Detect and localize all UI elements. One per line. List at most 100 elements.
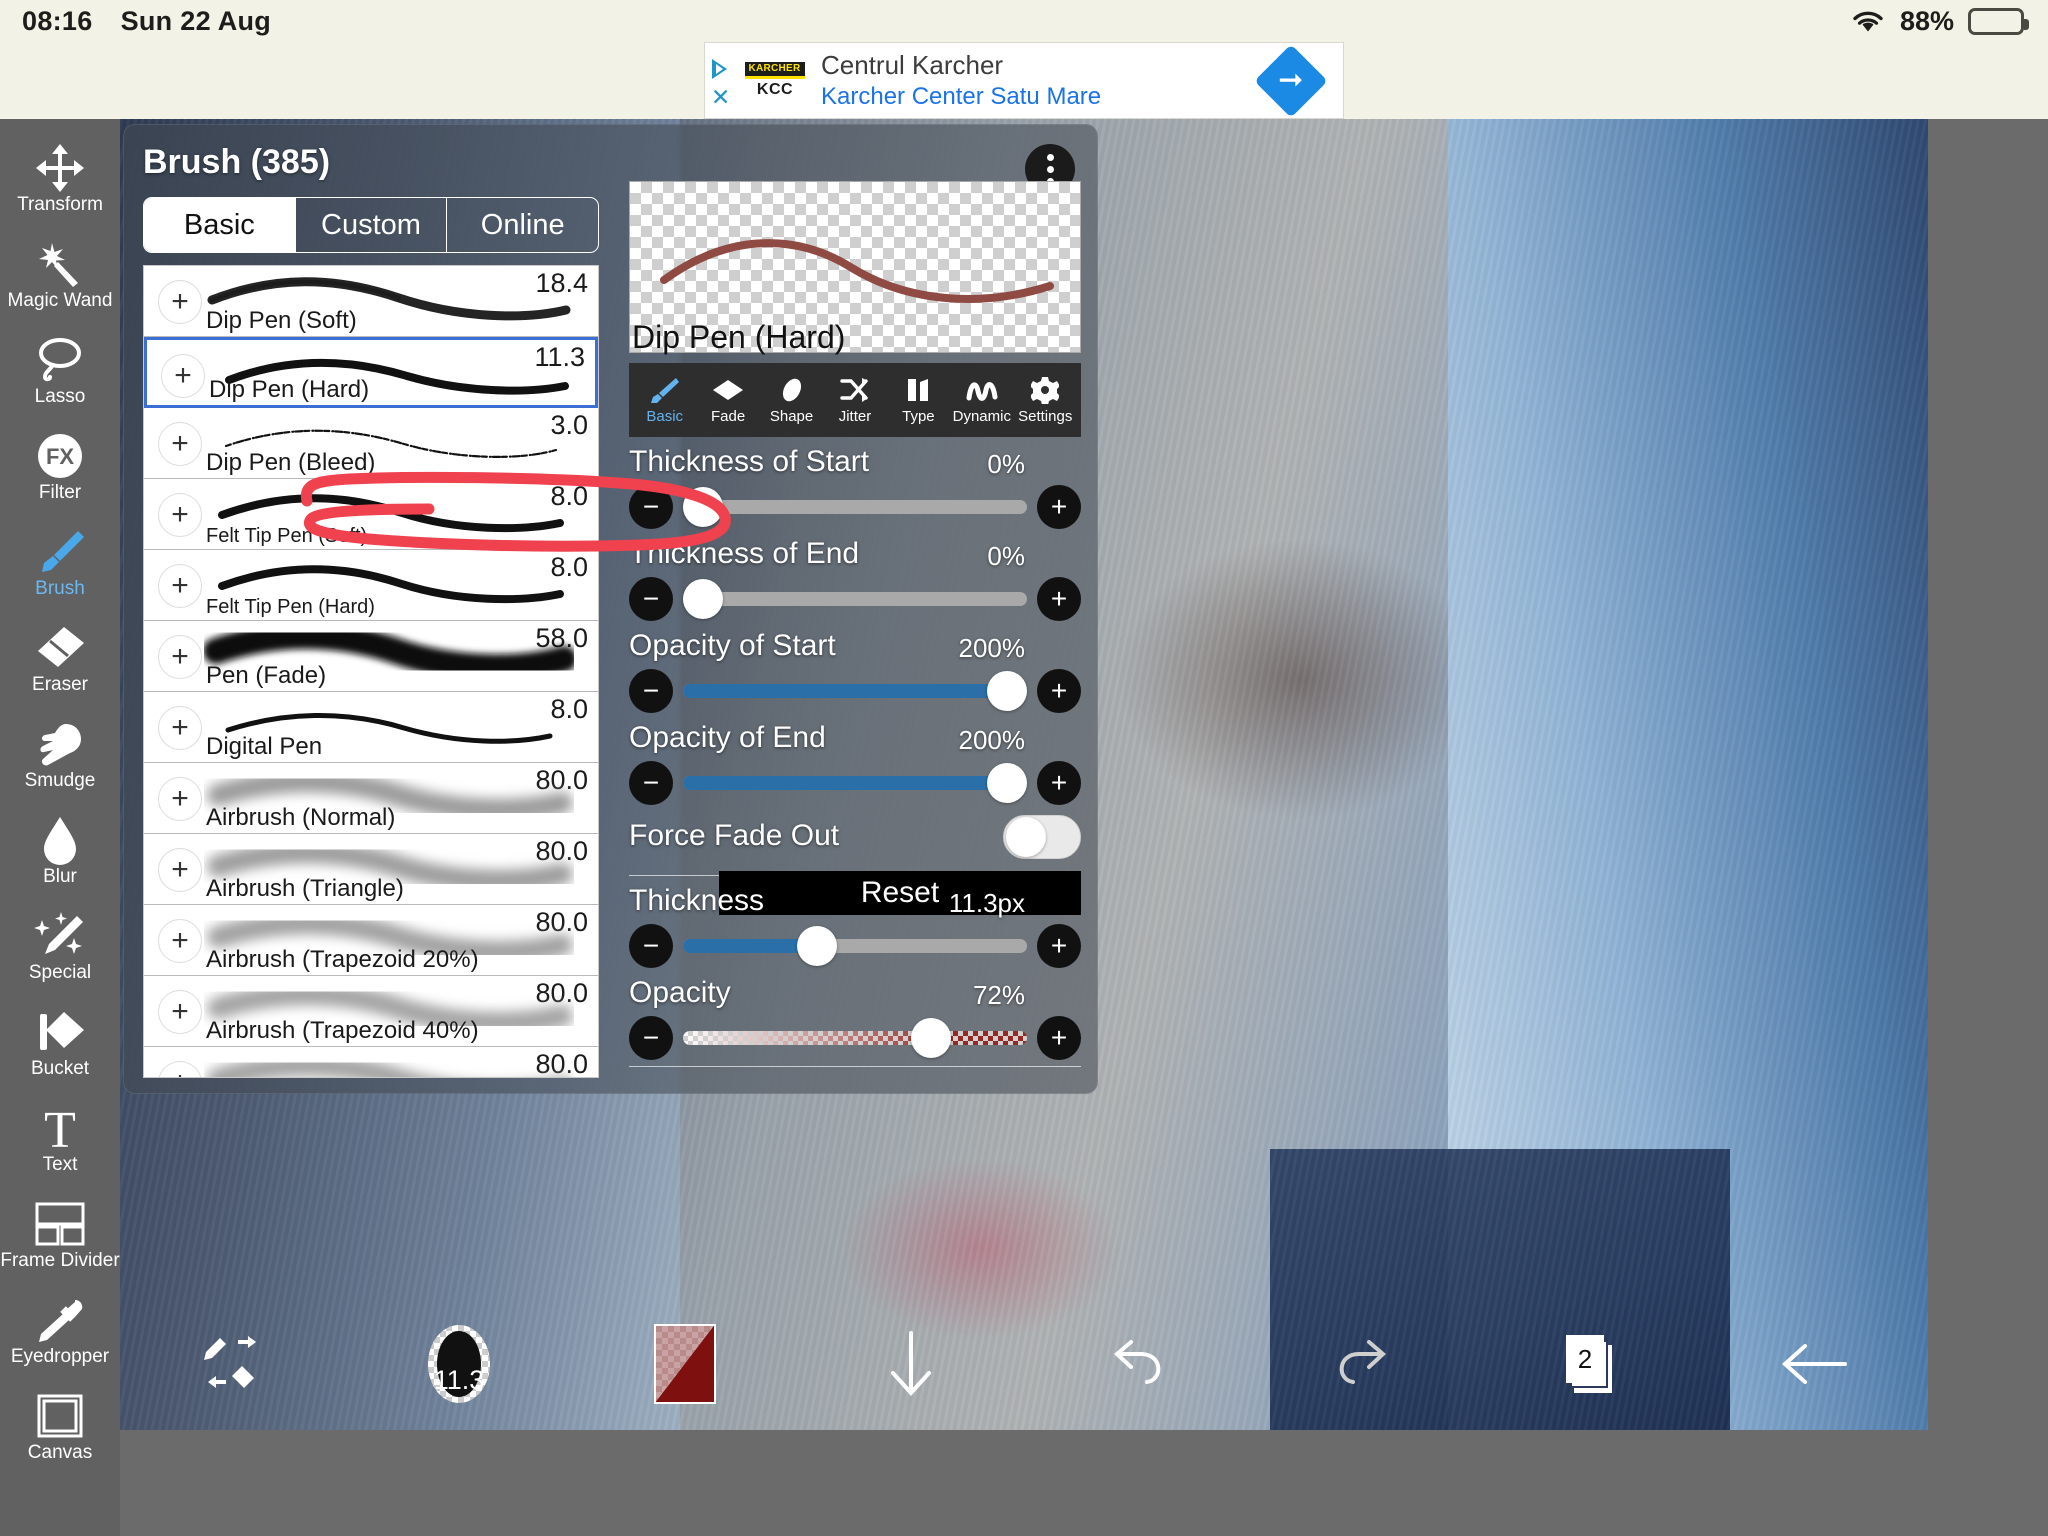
- brush-name: Airbrush (Triangle): [206, 875, 404, 903]
- color-swatch-button[interactable]: [572, 1324, 798, 1404]
- sidebar-item-smudge[interactable]: Smudge: [0, 707, 120, 803]
- tab-custom[interactable]: Custom: [296, 198, 448, 252]
- slider-knob[interactable]: [797, 926, 837, 966]
- svg-text:FX: FX: [46, 444, 74, 469]
- plus-icon[interactable]: +: [158, 1061, 202, 1078]
- layers-button[interactable]: 2: [1476, 1335, 1702, 1393]
- slider-track[interactable]: [683, 939, 1027, 953]
- sidebar-item-filter[interactable]: FX Filter: [0, 419, 120, 515]
- layers-icon[interactable]: 2: [1566, 1335, 1612, 1393]
- text-t-icon: T: [37, 1103, 83, 1153]
- decrease-button[interactable]: −: [629, 924, 673, 968]
- ad-banner[interactable]: ✕ KARCHER KCC Centrul Karcher Karcher Ce…: [704, 42, 1344, 119]
- decrease-button[interactable]: −: [629, 761, 673, 805]
- slider-track[interactable]: [683, 684, 1027, 698]
- slider-track[interactable]: [683, 500, 1027, 514]
- close-icon[interactable]: ✕: [711, 88, 731, 108]
- sidebar-item-bucket[interactable]: Bucket: [0, 995, 120, 1091]
- tab-basic-mode[interactable]: Basic: [634, 375, 696, 425]
- list-item[interactable]: + 80.0 Airbrush (Triangle): [144, 834, 598, 905]
- plus-icon[interactable]: +: [158, 635, 202, 679]
- sidebar-item-eyedropper[interactable]: Eyedropper: [0, 1283, 120, 1379]
- decrease-button[interactable]: −: [629, 485, 673, 529]
- plus-icon[interactable]: +: [158, 493, 202, 537]
- increase-button[interactable]: +: [1037, 1016, 1081, 1060]
- ad-cta[interactable]: ➞: [1265, 55, 1317, 107]
- slider-track[interactable]: [683, 1031, 1027, 1045]
- sidebar-item-brush[interactable]: Brush: [0, 515, 120, 611]
- force-fade-out-toggle[interactable]: [1003, 815, 1081, 859]
- plus-icon[interactable]: +: [158, 848, 202, 892]
- sidebar-item-eraser[interactable]: Eraser: [0, 611, 120, 707]
- slider-track[interactable]: [683, 776, 1027, 790]
- sidebar-item-canvas[interactable]: Canvas: [0, 1379, 120, 1475]
- brush-eraser-swap-button[interactable]: [120, 1332, 346, 1396]
- plus-icon[interactable]: +: [161, 354, 205, 398]
- increase-button[interactable]: +: [1037, 577, 1081, 621]
- plus-icon[interactable]: +: [158, 919, 202, 963]
- tab-jitter[interactable]: Jitter: [824, 375, 886, 425]
- sidebar-item-special[interactable]: Special: [0, 899, 120, 995]
- plus-icon[interactable]: +: [158, 706, 202, 750]
- tab-shape[interactable]: Shape: [761, 375, 823, 425]
- increase-button[interactable]: +: [1037, 669, 1081, 713]
- advertiser-logo: KARCHER KCC: [739, 62, 811, 99]
- mode-label: Dynamic: [953, 408, 1011, 425]
- sidebar-item-lasso[interactable]: Lasso: [0, 323, 120, 419]
- list-item[interactable]: + 3.0 Dip Pen (Bleed): [144, 408, 598, 479]
- download-button[interactable]: [798, 1329, 1024, 1399]
- list-item[interactable]: + 8.0 Felt Tip Pen (Soft): [144, 479, 598, 550]
- back-arrow-icon: [1779, 1336, 1851, 1392]
- directions-arrow-icon[interactable]: ➞: [1254, 44, 1328, 118]
- list-item[interactable]: + 80.0 Airbrush (Trapezoid 20%): [144, 905, 598, 976]
- brush-list[interactable]: + 18.4 Dip Pen (Soft) + 11.3 Dip Pen (Ha…: [143, 265, 599, 1078]
- sidebar-item-frame-divider[interactable]: Frame Divider: [0, 1187, 120, 1283]
- slider-knob[interactable]: [911, 1018, 951, 1058]
- tab-online[interactable]: Online: [447, 198, 598, 252]
- sidebar-item-blur[interactable]: Blur: [0, 803, 120, 899]
- slider-knob[interactable]: [683, 487, 723, 527]
- increase-button[interactable]: +: [1037, 761, 1081, 805]
- sidebar-item-text[interactable]: T Text: [0, 1091, 120, 1187]
- list-item[interactable]: + 8.0 Digital Pen: [144, 692, 598, 763]
- color-swatch-icon[interactable]: [654, 1324, 716, 1404]
- slider-knob[interactable]: [683, 579, 723, 619]
- increase-button[interactable]: +: [1037, 924, 1081, 968]
- plus-icon[interactable]: +: [158, 564, 202, 608]
- sidebar-label: Filter: [39, 483, 81, 503]
- plus-icon[interactable]: +: [158, 280, 202, 324]
- sidebar-item-magic-wand[interactable]: Magic Wand: [0, 227, 120, 323]
- mode-label: Shape: [770, 408, 813, 425]
- decrease-button[interactable]: −: [629, 577, 673, 621]
- slider-knob[interactable]: [987, 671, 1027, 711]
- list-item-selected[interactable]: + 11.3 Dip Pen (Hard): [144, 337, 598, 408]
- list-item[interactable]: + 58.0 Pen (Fade): [144, 621, 598, 692]
- decrease-button[interactable]: −: [629, 1016, 673, 1060]
- increase-button[interactable]: +: [1037, 485, 1081, 529]
- list-item[interactable]: + 80.0 Airbrush (Trapezoid 40%): [144, 976, 598, 1047]
- list-item[interactable]: + 8.0 Felt Tip Pen (Hard): [144, 550, 598, 621]
- decrease-button[interactable]: −: [629, 669, 673, 713]
- plus-icon[interactable]: +: [158, 777, 202, 821]
- tab-type[interactable]: Type: [887, 375, 949, 425]
- list-item[interactable]: + 18.4 Dip Pen (Soft): [144, 266, 598, 337]
- plus-icon[interactable]: +: [158, 990, 202, 1034]
- tab-basic[interactable]: Basic: [144, 198, 296, 252]
- undo-button[interactable]: [1024, 1336, 1250, 1392]
- plus-icon[interactable]: +: [158, 422, 202, 466]
- tab-settings[interactable]: Settings: [1014, 375, 1076, 425]
- brush-size-button[interactable]: 11.3: [346, 1325, 572, 1403]
- brush-icon: [34, 527, 86, 577]
- redo-button[interactable]: [1250, 1336, 1476, 1392]
- tab-fade[interactable]: Fade: [697, 375, 759, 425]
- slider-track[interactable]: [683, 592, 1027, 606]
- battery-percent: 88%: [1900, 6, 1954, 37]
- slider-knob[interactable]: [987, 763, 1027, 803]
- list-item[interactable]: + 80.0: [144, 1047, 598, 1078]
- magic-wand-icon: [34, 239, 86, 289]
- list-item[interactable]: + 80.0 Airbrush (Normal): [144, 763, 598, 834]
- tab-dynamic[interactable]: Dynamic: [951, 375, 1013, 425]
- sidebar-item-transform[interactable]: Transform: [0, 131, 120, 227]
- brush-size-chip-icon[interactable]: 11.3: [428, 1325, 490, 1403]
- back-button[interactable]: [1702, 1336, 1928, 1392]
